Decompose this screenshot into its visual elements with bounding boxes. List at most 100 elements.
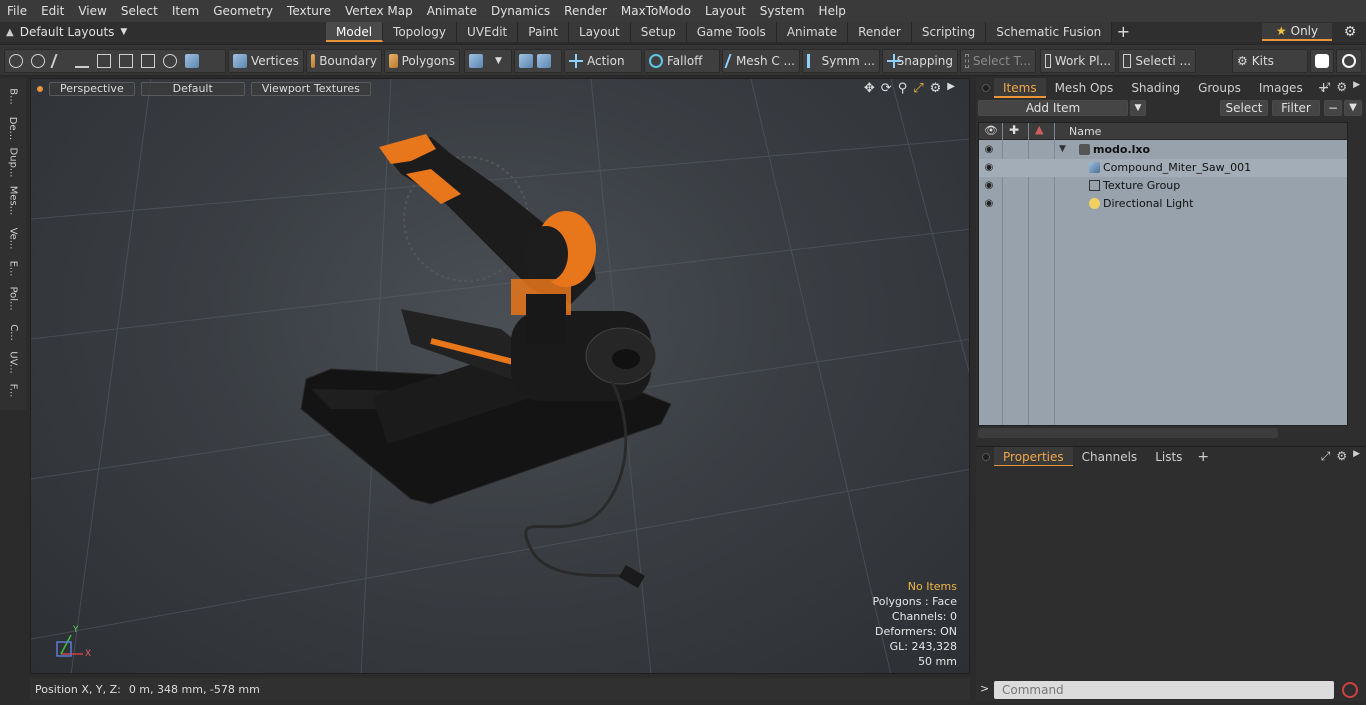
boundary-button[interactable]: Boundary <box>306 49 382 73</box>
tab-layout[interactable]: Layout <box>568 22 631 42</box>
menu-file[interactable]: File <box>0 0 34 22</box>
menu-system[interactable]: System <box>753 0 812 22</box>
tab-render[interactable]: Render <box>848 22 912 42</box>
menu-texture[interactable]: Texture <box>280 0 338 22</box>
tab-uvedit[interactable]: UVEdit <box>457 22 519 42</box>
select-button[interactable]: Select <box>1220 100 1268 116</box>
item-list[interactable]: 👁 ✚ ▲ Name ◉ ▼ modo.lxo ◉ Compound_Miter… <box>978 122 1348 426</box>
list-item-modo-lxo[interactable]: ◉ ▼ modo.lxo <box>979 141 1347 159</box>
record-macro-icon[interactable] <box>1342 682 1358 698</box>
menu-layout[interactable]: Layout <box>698 0 753 22</box>
viewport-options-dot[interactable] <box>37 86 43 92</box>
move-view-icon[interactable]: ✥ <box>864 81 875 96</box>
menu-render[interactable]: Render <box>557 0 614 22</box>
panel-gear-icon[interactable]: ⚙ <box>1336 80 1347 95</box>
tab-mesh-ops[interactable]: Mesh Ops <box>1046 78 1123 98</box>
perspective-button[interactable]: Perspective <box>49 82 135 96</box>
lasso-icon[interactable] <box>163 54 177 68</box>
menu-animate[interactable]: Animate <box>420 0 484 22</box>
center-icon[interactable] <box>97 54 111 68</box>
symmetry-button[interactable]: Symm ... <box>802 49 880 73</box>
list-item-directional-light[interactable]: ◉ Directional Light <box>979 195 1347 213</box>
menu-item[interactable]: Item <box>165 0 206 22</box>
globe-icon[interactable] <box>31 54 45 68</box>
eye-icon[interactable]: ◉ <box>983 198 995 210</box>
tab-items[interactable]: Items <box>994 78 1046 98</box>
kits-button[interactable]: ⚙ Kits <box>1232 49 1308 73</box>
add-item-dropdown[interactable]: ▼ <box>1130 100 1146 116</box>
render-column-icon[interactable]: ▲ <box>1035 123 1043 136</box>
viewport-play-icon[interactable]: ▶ <box>947 81 955 96</box>
polygons-button[interactable]: Polygons <box>384 49 460 73</box>
unity-button[interactable] <box>1310 49 1334 73</box>
viewport-textures-button[interactable]: Viewport Textures <box>250 82 371 96</box>
menu-dynamics[interactable]: Dynamics <box>484 0 557 22</box>
gear-icon[interactable]: ⚙ <box>1340 22 1360 42</box>
left-tab-fusion[interactable]: F... <box>3 376 23 404</box>
default-style-button[interactable]: Default <box>140 82 245 96</box>
menu-view[interactable]: View <box>71 0 113 22</box>
eye-icon[interactable]: ◉ <box>983 144 995 156</box>
tab-groups[interactable]: Groups <box>1189 78 1250 98</box>
filter-button[interactable]: Filter <box>1272 100 1320 116</box>
menu-geometry[interactable]: Geometry <box>206 0 280 22</box>
select-through-button[interactable]: Select T... <box>960 49 1036 73</box>
panel-gear-icon[interactable]: ⚙ <box>1336 449 1347 464</box>
menu-maxtomodo[interactable]: MaxToModo <box>614 0 698 22</box>
left-tab-vertex[interactable]: Ve... <box>3 224 23 252</box>
list-item-texture-group[interactable]: ◉ Texture Group <box>979 177 1347 195</box>
panel-arrow-icon[interactable]: ▶ <box>1353 80 1360 95</box>
pen-icon[interactable] <box>50 54 70 68</box>
lock-column-icon[interactable]: ✚ <box>1009 123 1019 137</box>
tab-paint[interactable]: Paint <box>518 22 569 42</box>
work-plane-button[interactable]: Work Pl... <box>1040 49 1116 73</box>
tab-model[interactable]: Model <box>326 22 384 42</box>
tab-scripting[interactable]: Scripting <box>911 22 987 42</box>
view-cube-alt-icon[interactable] <box>537 54 551 68</box>
tab-schematic-fusion[interactable]: Schematic Fusion <box>986 22 1113 42</box>
properties-menu-dot[interactable] <box>982 452 990 461</box>
tab-setup[interactable]: Setup <box>630 22 687 42</box>
menu-edit[interactable]: Edit <box>34 0 71 22</box>
expand-panel-icon[interactable]: ⤢ <box>1321 80 1331 95</box>
menu-select[interactable]: Select <box>114 0 165 22</box>
only-toggle-button[interactable]: ★ Only <box>1262 23 1332 41</box>
snapping-button[interactable]: Snapping <box>882 49 958 73</box>
pivot-icon[interactable] <box>119 54 133 68</box>
item-list-scrollbar[interactable] <box>978 428 1278 438</box>
left-tab-uv[interactable]: UV... <box>3 348 23 376</box>
selection-sets-button[interactable]: Selecti ... <box>1118 49 1196 73</box>
eye-icon[interactable]: ◉ <box>983 162 995 174</box>
tab-lists[interactable]: Lists <box>1146 450 1191 464</box>
left-tab-edge[interactable]: E... <box>3 254 23 282</box>
mesh-constraint-button[interactable]: Mesh C ... <box>722 49 800 73</box>
add-properties-tab-icon[interactable]: + <box>1191 449 1215 465</box>
list-item-mesh[interactable]: ◉ Compound_Miter_Saw_001 <box>979 159 1347 177</box>
maximize-view-icon[interactable]: ⤢ <box>913 81 923 96</box>
panel-arrow-icon[interactable]: ▶ <box>1353 449 1360 464</box>
select-box-icon[interactable] <box>141 54 155 68</box>
vertices-button[interactable]: Vertices <box>228 49 304 73</box>
left-tab-polygon[interactable]: Pol... <box>3 284 23 312</box>
left-tab-deform[interactable]: De... <box>3 114 23 142</box>
eye-icon[interactable]: ◉ <box>983 180 995 192</box>
viewport-gear-icon[interactable]: ⚙ <box>930 81 942 96</box>
rotate-view-icon[interactable]: ⟳ <box>881 81 892 96</box>
tab-shading[interactable]: Shading <box>1122 78 1189 98</box>
collapse-triangle-icon[interactable]: ▼ <box>1059 144 1066 154</box>
tab-topology[interactable]: Topology <box>383 22 458 42</box>
view-cube-icon[interactable] <box>519 54 533 68</box>
expand-panel-icon[interactable]: ⤢ <box>1321 449 1331 464</box>
tab-channels[interactable]: Channels <box>1073 450 1147 464</box>
left-tab-duplicate[interactable]: Dup... <box>3 147 23 177</box>
funnel-icon[interactable]: ▼ <box>1344 100 1362 116</box>
brush-icon[interactable] <box>75 54 89 68</box>
collapse-icon[interactable]: − <box>1324 100 1342 116</box>
left-tab-basic[interactable]: B... <box>3 82 23 110</box>
item-mode-icon[interactable] <box>185 54 199 68</box>
left-tab-curve[interactable]: C... <box>3 318 23 346</box>
layout-selector[interactable]: ▲ Default Layouts ▼ <box>6 22 127 42</box>
menu-help[interactable]: Help <box>812 0 853 22</box>
tab-game-tools[interactable]: Game Tools <box>686 22 777 42</box>
menu-vertex-map[interactable]: Vertex Map <box>338 0 420 22</box>
